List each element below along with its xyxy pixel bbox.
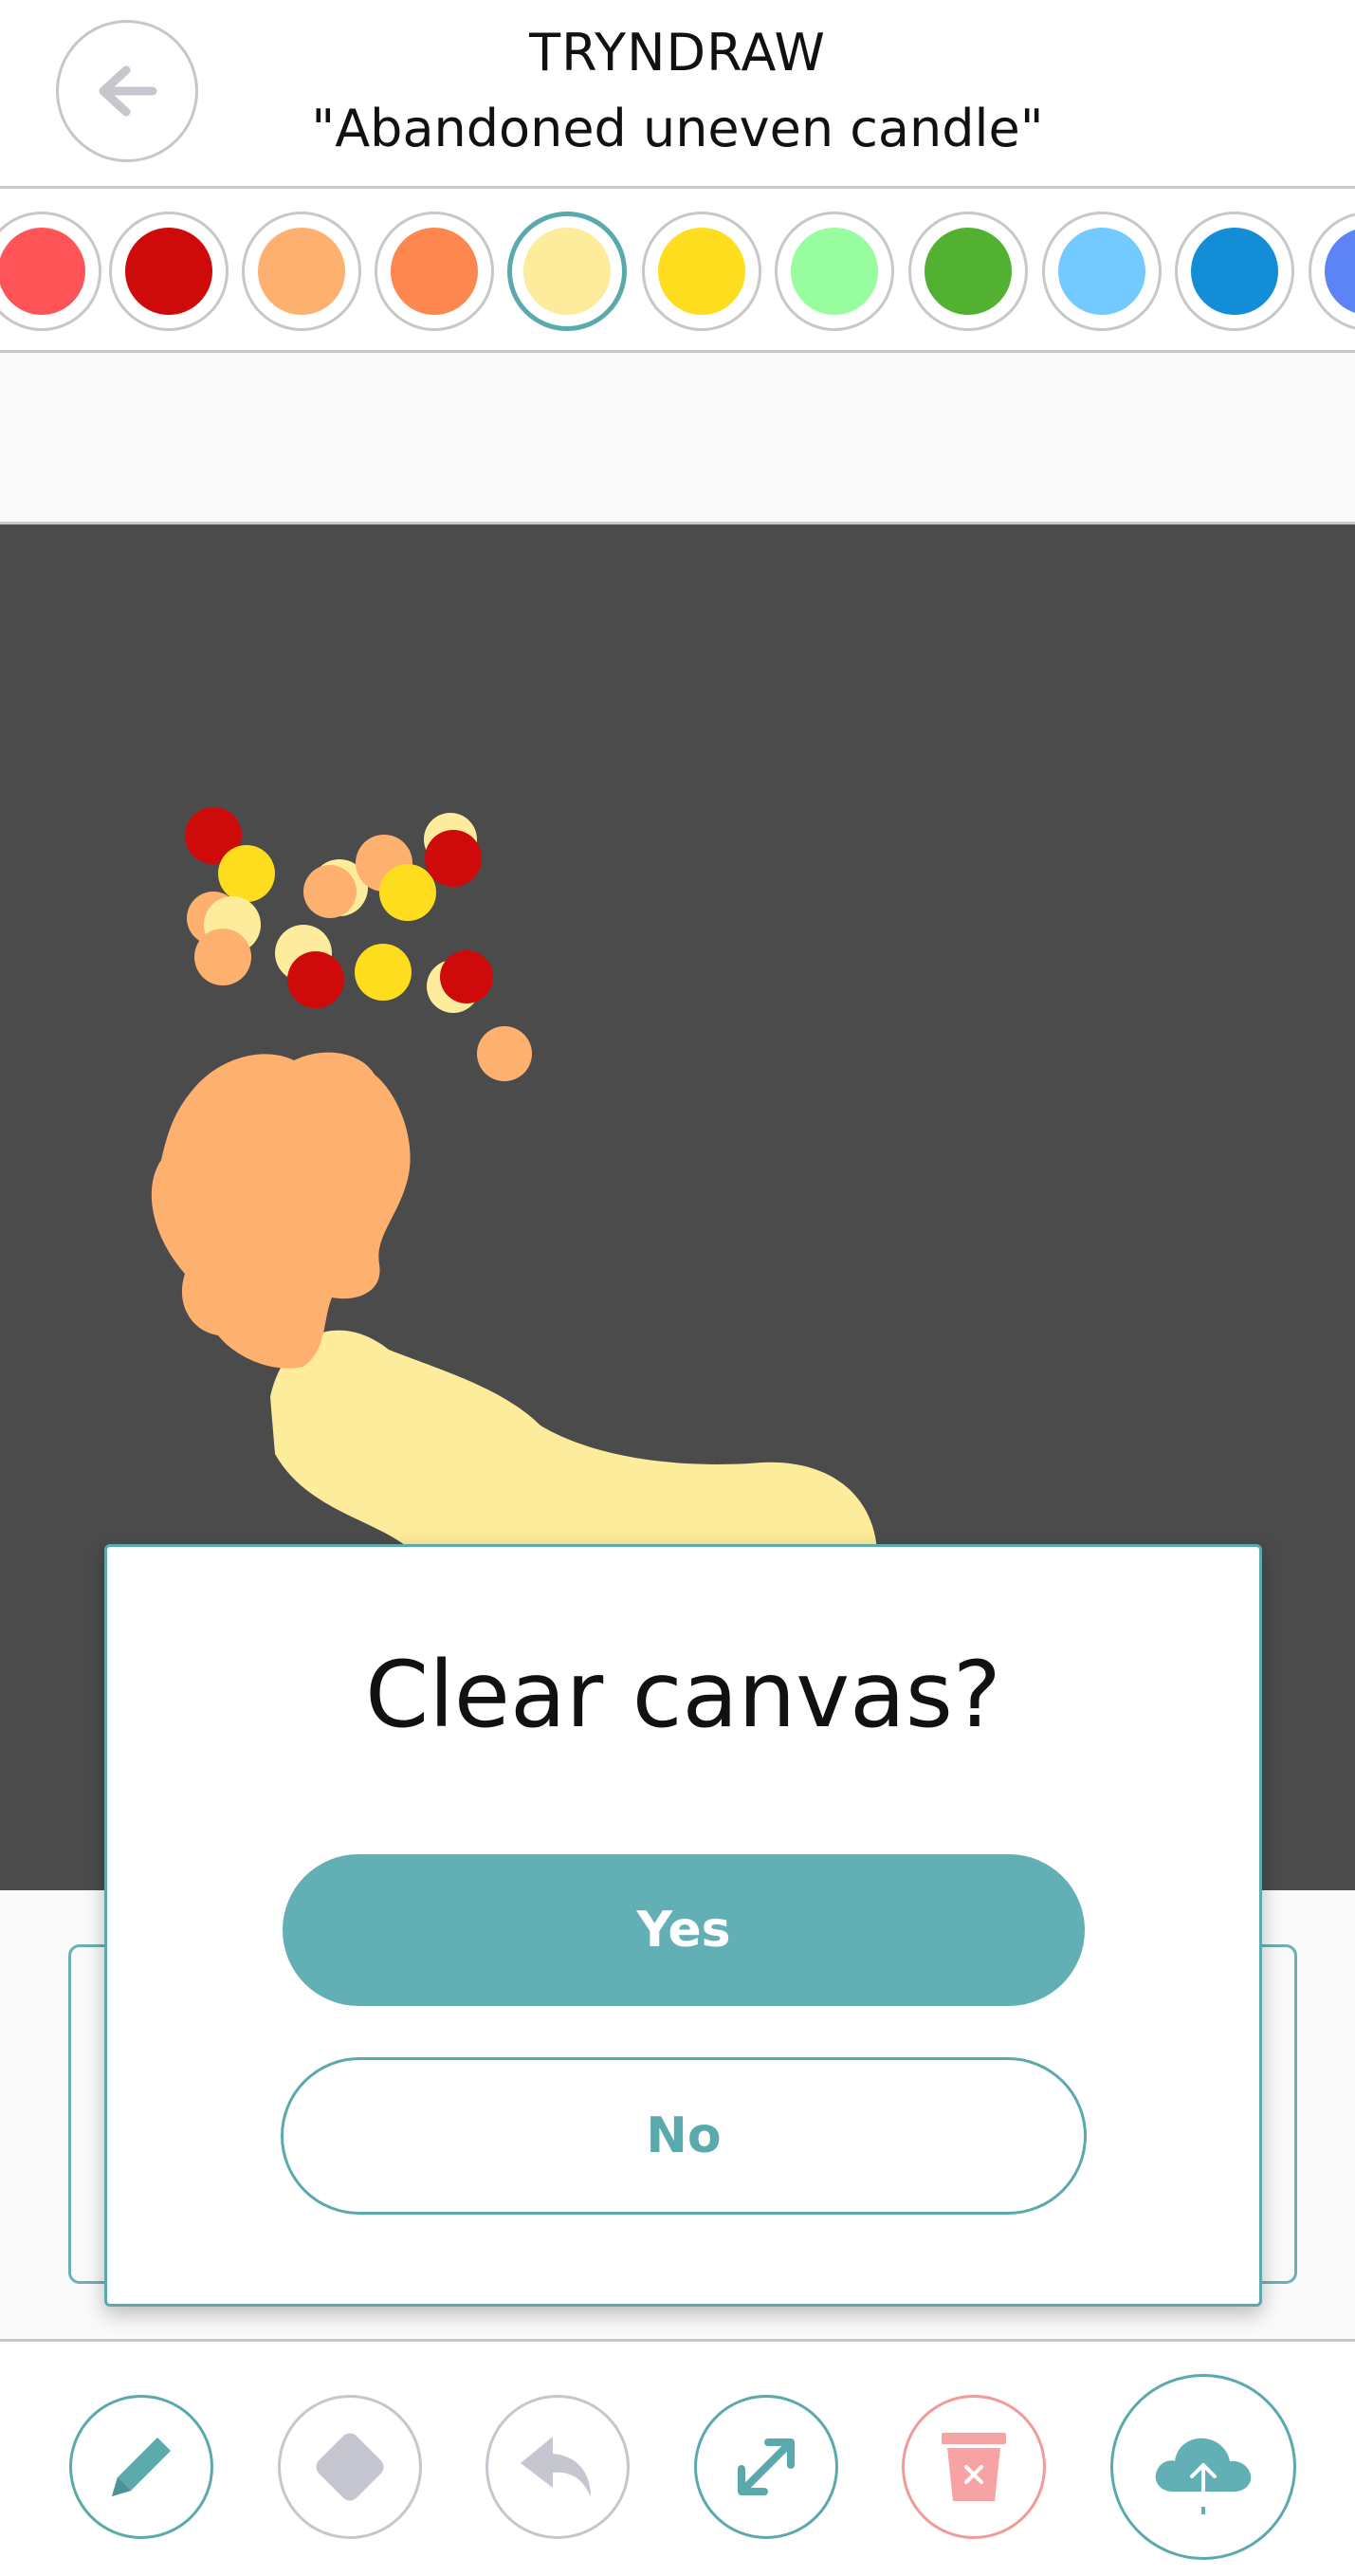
color-palette bbox=[0, 189, 1355, 353]
color-dot bbox=[125, 228, 212, 315]
drawing-stroke bbox=[270, 1330, 878, 1568]
color-swatch-light-yellow[interactable] bbox=[507, 212, 627, 331]
color-swatch-peach[interactable] bbox=[242, 212, 361, 331]
color-swatch-light-green[interactable] bbox=[775, 212, 894, 331]
app-title: TRYNDRAW bbox=[529, 23, 826, 83]
color-dot bbox=[0, 228, 85, 315]
color-dot bbox=[658, 228, 745, 315]
clear-canvas-dialog: Clear canvas? Yes No bbox=[104, 1544, 1262, 2307]
drawing-prompt: "Abandoned uneven candle" bbox=[311, 99, 1044, 158]
undo-button[interactable] bbox=[485, 2395, 630, 2539]
no-button[interactable]: No bbox=[281, 2057, 1087, 2215]
color-swatch-indigo[interactable] bbox=[1309, 212, 1355, 331]
pencil-icon bbox=[112, 2438, 171, 2496]
color-dot bbox=[1325, 228, 1355, 315]
color-dot bbox=[925, 228, 1012, 315]
color-dot bbox=[791, 228, 878, 315]
drawing-dots bbox=[185, 807, 532, 1081]
upload-button[interactable] bbox=[1110, 2374, 1296, 2560]
dialog-title: Clear canvas? bbox=[365, 1642, 1001, 1748]
color-dot bbox=[391, 228, 478, 315]
color-swatch-green[interactable] bbox=[908, 212, 1028, 331]
expand-icon bbox=[738, 2438, 795, 2495]
color-swatch-blue[interactable] bbox=[1175, 212, 1294, 331]
eraser-button[interactable] bbox=[278, 2395, 422, 2539]
header: TRYNDRAW "Abandoned uneven candle" bbox=[0, 0, 1355, 189]
fullscreen-button[interactable] bbox=[694, 2395, 838, 2539]
color-dot bbox=[523, 228, 611, 315]
color-dot bbox=[1191, 228, 1278, 315]
drawing-stroke bbox=[151, 1052, 411, 1369]
undo-icon bbox=[521, 2437, 591, 2497]
color-swatch-yellow[interactable] bbox=[642, 212, 761, 331]
color-dot bbox=[1058, 228, 1145, 315]
color-dot bbox=[258, 228, 345, 315]
color-swatch-dark-red[interactable] bbox=[109, 212, 229, 331]
color-swatch-orange[interactable] bbox=[375, 212, 494, 331]
yes-button[interactable]: Yes bbox=[283, 1854, 1085, 2006]
eraser-icon bbox=[316, 2433, 384, 2501]
cloud-upload-icon bbox=[1155, 2438, 1252, 2514]
trash-icon bbox=[942, 2433, 1006, 2501]
color-swatch-red[interactable] bbox=[0, 212, 101, 331]
pencil-button[interactable] bbox=[69, 2395, 213, 2539]
clear-button[interactable] bbox=[902, 2395, 1046, 2539]
drawing-app: TRYNDRAW "Abandoned uneven candle" Clear… bbox=[0, 0, 1355, 2576]
color-swatch-light-blue[interactable] bbox=[1042, 212, 1162, 331]
bottom-toolbar bbox=[0, 2339, 1355, 2576]
